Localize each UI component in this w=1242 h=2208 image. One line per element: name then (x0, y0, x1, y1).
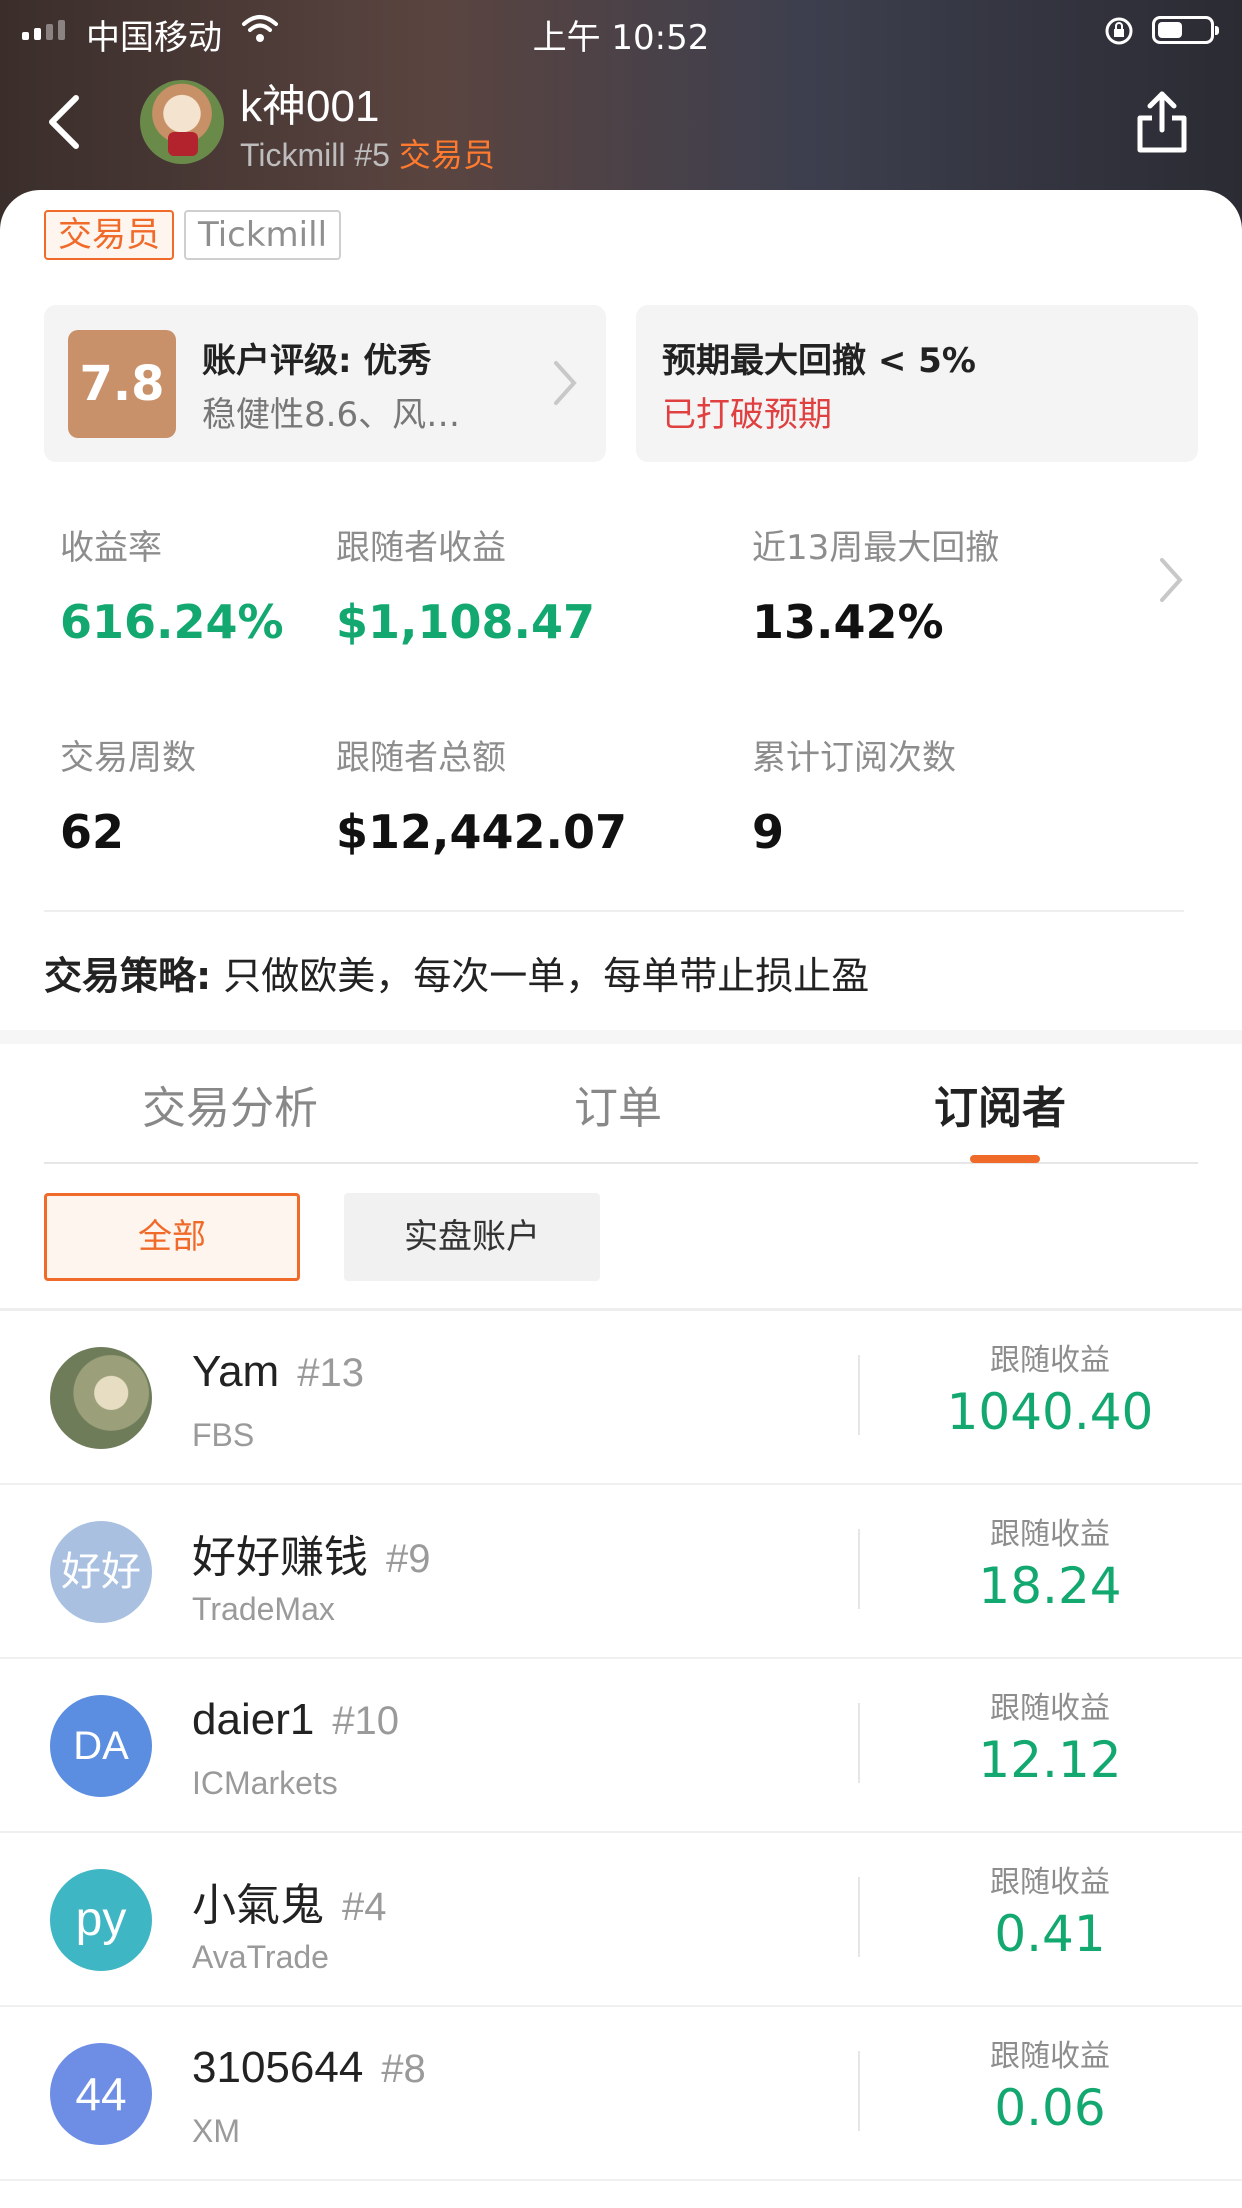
row-divider (858, 1877, 860, 1957)
stat-max-drawdown-value[interactable]: 13.42% (752, 595, 944, 649)
role-label: 交易员 (398, 137, 495, 173)
follow-profit-value: 0.06 (994, 2079, 1106, 2137)
tab-trade-analysis[interactable]: 交易分析 (142, 1072, 318, 1136)
subscriber-avatar: 好好 (50, 1521, 152, 1623)
subscriber-rank: #13 (297, 1351, 364, 1395)
row-divider (858, 1355, 860, 1435)
follow-profit-value: 0.41 (994, 1905, 1106, 1963)
filter-all-button[interactable]: 全部 (44, 1193, 300, 1281)
rating-title: 账户评级: 优秀 (202, 341, 432, 381)
section-gap (0, 1030, 1242, 1044)
follow-profit-label: 跟随收益 (990, 1865, 1110, 1900)
subscriber-avatar (50, 1347, 152, 1449)
account-rating-card[interactable]: 7.8 账户评级: 优秀 稳健性8.6、风… (44, 305, 606, 462)
trader-tags: 交易员 Tickmill (44, 210, 342, 260)
subscriber-broker: TradeMax (192, 1591, 335, 1627)
row-divider (858, 2051, 860, 2131)
share-icon[interactable] (1132, 88, 1192, 158)
tag-trader: 交易员 (44, 210, 174, 260)
subscriber-rank: #8 (381, 2047, 426, 2091)
trader-subtitle: Tickmill #5 交易员 (240, 130, 495, 176)
subscriber-row[interactable]: py 小氣鬼 #4 AvaTrade 跟随收益 0.41 (0, 1833, 1242, 2007)
broker-rank: Tickmill #5 (240, 137, 390, 173)
trading-strategy: 交易策略: 只做欧美，每次一单，每单带止损止盈 (44, 945, 869, 1000)
subscriber-name: 小氣鬼 #4 (192, 1881, 387, 1930)
subscriber-avatar: DA (50, 1695, 152, 1797)
tag-broker: Tickmill (184, 210, 342, 260)
stat-return-value: 616.24% (60, 595, 284, 649)
follow-profit-value: 12.12 (978, 1731, 1122, 1789)
stat-follower-total-label: 跟随者总额 (336, 738, 506, 778)
drawdown-status: 已打破预期 (662, 395, 832, 435)
stat-return-label: 收益率 (60, 528, 162, 568)
subscriber-row[interactable]: DA daier1 #10 ICMarkets 跟随收益 12.12 (0, 1659, 1242, 1833)
trader-username: k神001 (240, 82, 380, 131)
subscriber-row[interactable]: 44 3105644 #8 XM 跟随收益 0.06 (0, 2007, 1242, 2181)
stat-follower-profit-value: $1,108.47 (336, 595, 595, 649)
follow-profit-label: 跟随收益 (990, 2039, 1110, 2074)
subscriber-broker: XM (192, 2113, 240, 2149)
subscriber-avatar: py (50, 1869, 152, 1971)
subscriber-rank: #4 (342, 1885, 387, 1929)
stat-max-drawdown-label[interactable]: 近13周最大回撤 (752, 520, 999, 569)
stat-follower-total-value: $12,442.07 (336, 805, 628, 859)
tab-orders[interactable]: 订单 (574, 1072, 662, 1136)
subscriber-rank: #10 (332, 1699, 400, 1743)
row-divider (858, 1703, 860, 1783)
subscriber-rank: #9 (386, 1537, 431, 1581)
filter-real-account-button[interactable]: 实盘账户 (344, 1193, 600, 1281)
status-time: 上午 10:52 (532, 18, 710, 58)
stat-trade-weeks-label: 交易周数 (60, 738, 196, 778)
subscriber-broker: ICMarkets (192, 1765, 338, 1801)
active-tab-indicator (970, 1155, 1040, 1163)
expected-drawdown-card: 预期最大回撤 < 5% 已打破预期 (636, 305, 1198, 462)
follow-profit-value: 1040.40 (946, 1383, 1154, 1441)
subscriber-name: Yam #13 (192, 1347, 364, 1396)
stat-follower-profit-label: 跟随者收益 (336, 528, 506, 568)
follow-profit-label: 跟随收益 (990, 1343, 1110, 1378)
stat-trade-weeks-value: 62 (60, 805, 125, 859)
strategy-text: 只做欧美，每次一单，每单带止损止盈 (223, 954, 870, 998)
rotation-lock-icon (1105, 17, 1133, 45)
subscriber-broker: AvaTrade (192, 1939, 329, 1975)
follow-profit-label: 跟随收益 (990, 1517, 1110, 1552)
follow-profit-value: 18.24 (978, 1557, 1122, 1615)
rating-detail: 稳健性8.6、风… (202, 395, 461, 435)
stat-subscriptions-value: 9 (752, 805, 785, 859)
subscriber-name: 好好赚钱 #9 (192, 1533, 431, 1582)
subscriber-name: daier1 #10 (192, 1695, 400, 1744)
battery-icon (1152, 16, 1219, 44)
chevron-right-icon (554, 361, 577, 405)
rating-score-badge: 7.8 (68, 330, 176, 438)
subscriber-row[interactable]: Yam #13 FBS 跟随收益 1040.40 (0, 1311, 1242, 1485)
row-divider (858, 1529, 860, 1609)
trader-avatar[interactable] (140, 80, 224, 164)
tab-bar: 交易分析 订单 订阅者 (0, 1044, 1242, 1164)
tab-subscribers[interactable]: 订阅者 (934, 1072, 1066, 1136)
subscriber-avatar: 44 (50, 2043, 152, 2145)
stat-subscriptions-label: 累计订阅次数 (752, 738, 956, 778)
divider (44, 910, 1184, 912)
subscriber-broker: FBS (192, 1417, 255, 1453)
chevron-right-icon[interactable] (1158, 556, 1184, 604)
follow-profit-label: 跟随收益 (990, 1691, 1110, 1726)
subscriber-row[interactable]: 好好 好好赚钱 #9 TradeMax 跟随收益 18.24 (0, 1485, 1242, 1659)
subscriber-name: 3105644 #8 (192, 2043, 426, 2092)
back-arrow-icon[interactable] (40, 92, 90, 152)
strategy-label: 交易策略: (44, 954, 212, 998)
status-bar: 中国移动 上午 10:52 (0, 0, 1242, 62)
drawdown-title: 预期最大回撤 < 5% (662, 341, 976, 381)
